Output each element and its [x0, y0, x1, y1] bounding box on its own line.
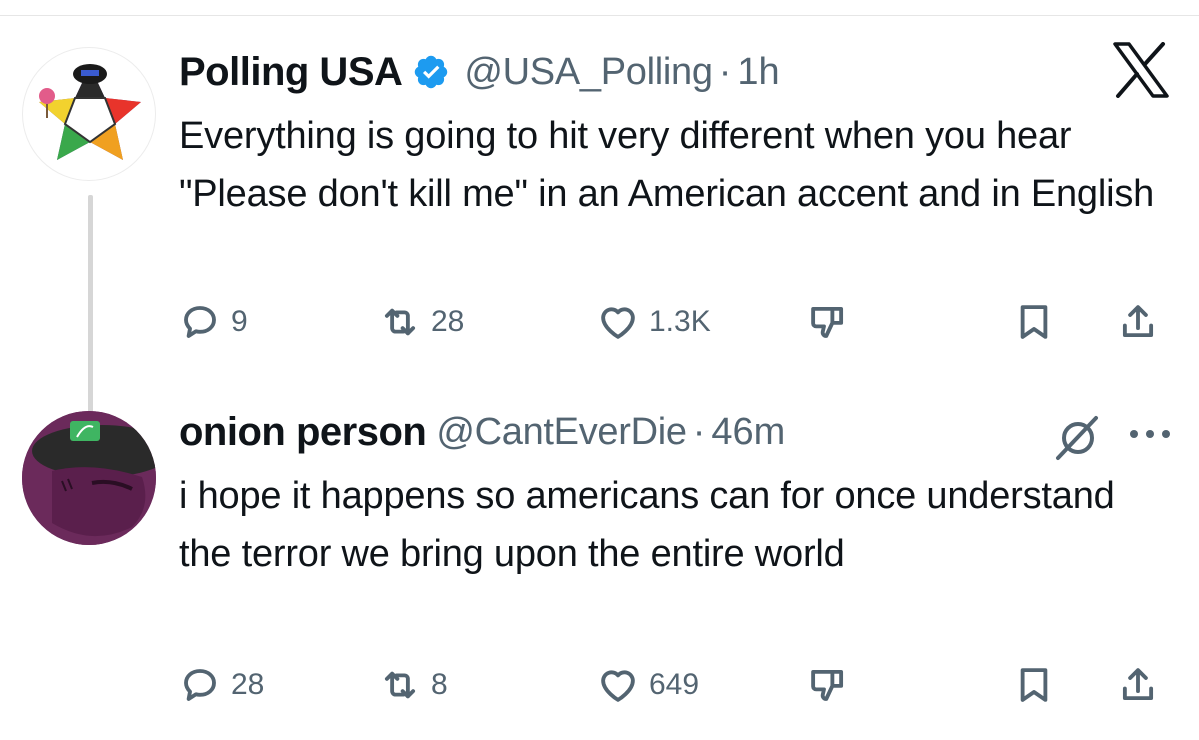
action-bar: 28 8 649 [179, 660, 1169, 710]
display-name[interactable]: onion person [179, 410, 427, 455]
tweet-text: i hope it happens so americans can for o… [179, 475, 1115, 575]
tweet-header: onion person @CantEverDie · 46m [179, 405, 785, 459]
reply-count: 28 [231, 668, 265, 701]
tweet[interactable]: Polling USA @USA_Polling · 1h Everything… [0, 35, 1199, 435]
display-name[interactable]: Polling USA [179, 50, 403, 95]
share-button[interactable] [1117, 660, 1159, 710]
share-button[interactable] [1117, 297, 1159, 347]
star-emblem-avatar [39, 64, 141, 160]
top-divider [0, 15, 1199, 16]
reply-icon [184, 306, 216, 338]
like-count: 649 [649, 668, 700, 701]
purple-character-avatar [22, 411, 156, 545]
dislike-icon [811, 669, 844, 701]
retweet-button[interactable]: 8 [379, 660, 448, 710]
like-count: 1.3K [649, 305, 711, 338]
share-icon [1122, 305, 1154, 338]
bookmark-icon [1020, 668, 1048, 702]
avatar[interactable] [22, 411, 156, 545]
bookmark-button[interactable] [1013, 297, 1055, 347]
tweet[interactable]: onion person @CantEverDie · 46m i hope i… [0, 395, 1199, 740]
avatar[interactable] [22, 47, 156, 181]
more-icon[interactable] [1128, 428, 1172, 440]
heart-icon [601, 670, 635, 702]
handle[interactable]: @CantEverDie [436, 411, 687, 454]
action-bar: 9 28 1.3K [179, 297, 1169, 347]
verified-badge-icon [415, 55, 448, 89]
dislike-button[interactable] [807, 297, 849, 347]
dislike-button[interactable] [807, 660, 849, 710]
reply-count: 9 [231, 305, 248, 338]
dislike-icon [811, 306, 844, 338]
retweet-count: 28 [431, 305, 465, 338]
retweet-icon [384, 308, 416, 336]
bookmark-button[interactable] [1013, 660, 1055, 710]
separator-dot: · [692, 410, 706, 453]
reply-button[interactable]: 28 [179, 660, 264, 710]
handle[interactable]: @USA_Polling [464, 51, 713, 94]
bookmark-icon [1020, 305, 1048, 339]
retweet-count: 8 [431, 668, 448, 701]
tweet-header: Polling USA @USA_Polling · 1h [179, 45, 780, 99]
tweet-text: Everything is going to hit very differen… [179, 115, 1155, 215]
like-button[interactable]: 649 [597, 660, 699, 710]
separator-dot: · [718, 50, 732, 93]
like-button[interactable]: 1.3K [597, 297, 711, 347]
grok-icon[interactable] [1052, 412, 1104, 464]
retweet-button[interactable]: 28 [379, 297, 464, 347]
share-icon [1122, 668, 1154, 701]
reply-button[interactable]: 9 [179, 297, 248, 347]
timestamp[interactable]: 46m [711, 411, 785, 454]
reply-icon [184, 669, 216, 701]
timestamp[interactable]: 1h [737, 51, 779, 94]
heart-icon [601, 307, 635, 339]
retweet-icon [384, 671, 416, 699]
